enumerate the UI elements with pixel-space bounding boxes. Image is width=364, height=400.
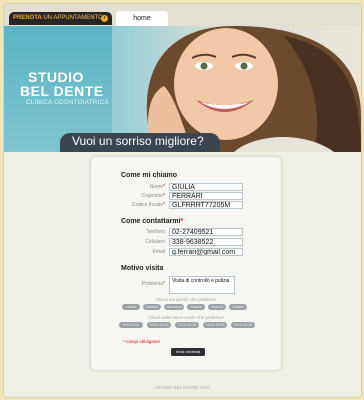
label-problema: Problema*: [141, 281, 165, 287]
day-pill[interactable]: Venerdì: [208, 304, 226, 310]
top-bar: PRENOTA UN APPUNTAMENTO › home: [4, 4, 361, 26]
time-pill[interactable]: 12:00-14:00: [175, 322, 199, 328]
label-telefono: Telefono: [146, 229, 165, 235]
slogan-text: Vuoi un sorriso migliore?: [72, 134, 204, 148]
label-cognome: Cognome*: [141, 193, 165, 199]
problema-textarea[interactable]: Visita di controllo e pulizia: [169, 276, 235, 294]
label-codice-fiscale: Codice fiscale*: [131, 202, 165, 208]
book-label: PRENOTA: [13, 15, 42, 21]
book-appointment-button[interactable]: PRENOTA UN APPUNTAMENTO ›: [9, 12, 112, 25]
email-input[interactable]: g.ferrari@gmail.com: [169, 248, 243, 256]
page-frame: PRENOTA UN APPUNTAMENTO › home STUDIO BE…: [3, 3, 362, 398]
arrow-right-icon: ›: [101, 15, 108, 22]
appointment-form: Come mi chiamo Nome* GIULIA Cognome* FER…: [90, 156, 282, 371]
day-pill[interactable]: Giovedì: [187, 304, 205, 310]
book-sub-label: UN APPUNTAMENTO: [43, 15, 103, 21]
required-note: * campi obbligatori: [123, 339, 161, 344]
section-title-contact: Come contattarmi*: [121, 218, 184, 225]
time-pill[interactable]: 14:00-16:00: [203, 322, 227, 328]
label-email: Email: [152, 249, 165, 255]
cellulare-input[interactable]: 338-9638522: [169, 238, 243, 246]
day-pill[interactable]: Lunedì: [122, 304, 140, 310]
footer-text: STUDIO BEL DENTE 2010: [155, 385, 210, 390]
telefono-input[interactable]: 02-27409521: [169, 228, 243, 236]
day-pill[interactable]: Martedì: [143, 304, 161, 310]
section-title-name: Come mi chiamo: [121, 172, 178, 179]
hero-banner: STUDIO BEL DENTE CLINICA ODONTOIATRICA V…: [4, 26, 361, 152]
logo-subtitle: CLINICA ODONTOIATRICA: [26, 100, 109, 106]
time-pill[interactable]: 16:00-18:00: [231, 322, 255, 328]
label-nome: Nome*: [149, 184, 165, 190]
submit-button[interactable]: Invia richiesta: [171, 348, 205, 356]
logo-title-line2: BEL DENTE: [20, 83, 104, 99]
day-pill[interactable]: Mercoledì: [164, 304, 184, 310]
day-pill[interactable]: Sabato: [229, 304, 247, 310]
section-title-reason: Motivo visita: [121, 265, 164, 272]
tab-home[interactable]: home: [116, 11, 168, 26]
times-hint: Clicca sulle fasce orarie che preferisci: [148, 315, 224, 320]
days-hint: Clicca sui giorni/ che preferisci: [155, 297, 217, 302]
time-pill[interactable]: 10:00-12:00: [147, 322, 171, 328]
codice-fiscale-input[interactable]: GLFRRRT77205M: [169, 201, 243, 209]
time-pill[interactable]: 8:00-10:00: [119, 322, 143, 328]
cognome-input[interactable]: FERRARI: [169, 192, 243, 200]
nome-input[interactable]: GIULIA: [169, 183, 243, 191]
label-cellulare: Cellulare: [145, 239, 165, 245]
